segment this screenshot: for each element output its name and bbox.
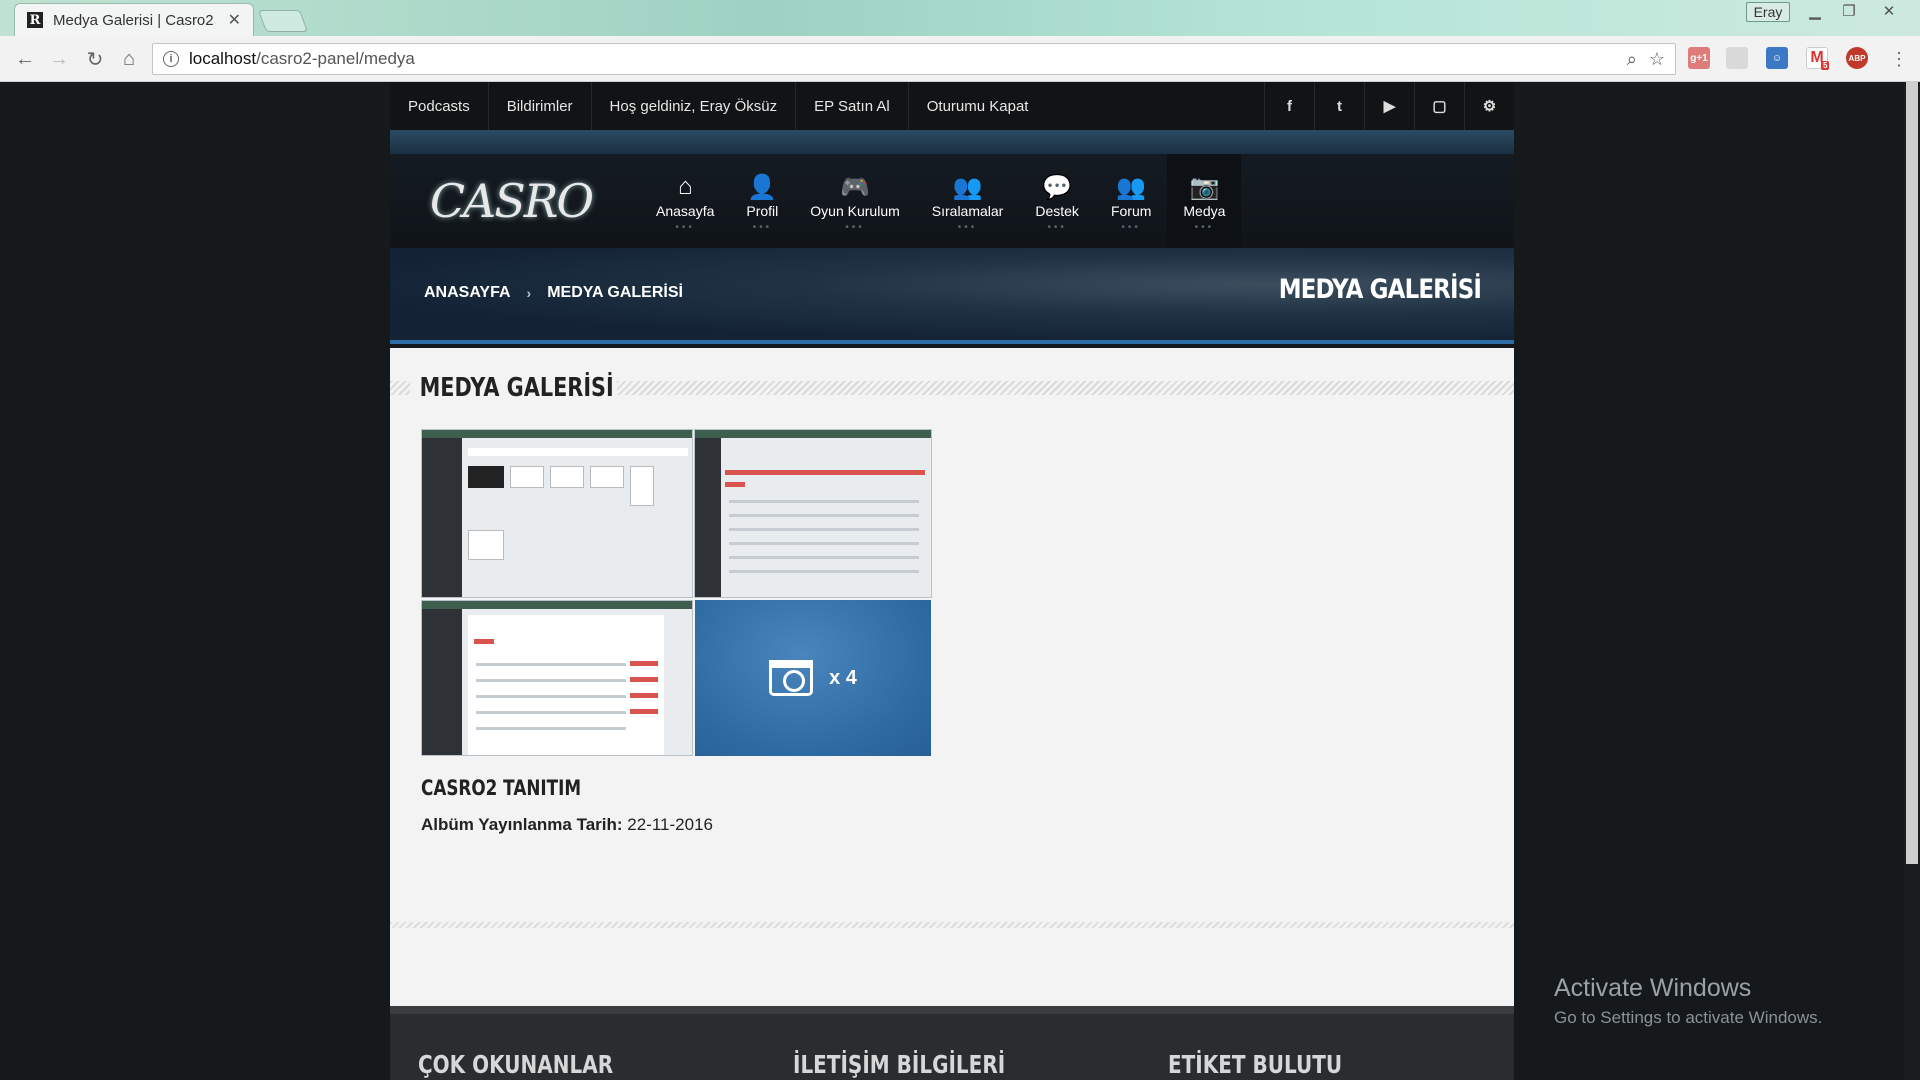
gmail-extension-icon[interactable]: M5 (1806, 47, 1830, 70)
menu-item-rankings[interactable]: 👥 Sıralamalar ••• (916, 154, 1020, 248)
breadcrumb-separator: › (526, 285, 532, 301)
comments-icon: 💬 (1042, 173, 1073, 201)
breadcrumb: ANASAYFA › MEDYA GALERİSİ (424, 284, 683, 302)
section-header: MEDYA GALERİSİ (390, 372, 1514, 404)
zoom-icon[interactable]: ⌕ (1627, 49, 1637, 70)
browser-menu-icon[interactable]: ⋮ (1884, 44, 1914, 74)
album-more-photos-tile[interactable]: x 4 (695, 600, 931, 756)
tab-favicon: R (27, 12, 43, 28)
site-topbar: Podcasts Bildirimler Hoş geldiniz, Eray … (390, 82, 1514, 130)
topnav-podcasts[interactable]: Podcasts (390, 82, 489, 130)
album-thumbnail[interactable] (421, 429, 693, 598)
home-icon: ⌂ (677, 173, 693, 200)
menu-item-support[interactable]: 💬 Destek ••• (1019, 154, 1095, 248)
topnav-notifications[interactable]: Bildirimler (489, 82, 592, 130)
windows-activation-title: Activate Windows (1554, 974, 1752, 1002)
address-bar[interactable]: i localhost/casro2-panel/medya ⌕ ☆ (152, 43, 1676, 75)
users-icon: 👥 (952, 173, 983, 201)
menu-item-profile[interactable]: 👤 Profil ••• (730, 154, 794, 248)
site-info-icon[interactable]: i (163, 51, 179, 67)
album-title[interactable]: CASRO2 TANITIM (421, 776, 581, 800)
url-text[interactable]: localhost/casro2-panel/medya (189, 49, 1615, 69)
user-extension-icon[interactable]: ☺ (1766, 47, 1788, 69)
album-date: Albüm Yayınlanma Tarih: 22-11-2016 (421, 815, 713, 835)
topnav-logout[interactable]: Oturumu Kapat (909, 82, 1047, 130)
breadcrumb-current: MEDYA GALERİSİ (547, 284, 683, 301)
topnav-buy-ep[interactable]: EP Satın Al (796, 82, 909, 130)
album-date-value: 22-11-2016 (627, 815, 713, 834)
album-thumbnail[interactable] (694, 429, 932, 598)
twitter-icon[interactable]: t (1314, 82, 1364, 130)
adblock-icon[interactable]: ABP (1846, 47, 1868, 69)
minimize-icon[interactable]: ▁ (1798, 0, 1832, 22)
restore-icon[interactable]: ❐ (1832, 0, 1866, 22)
footer-contact-heading: İLETİŞİM BİLGİLERİ (793, 1050, 1006, 1079)
social-links: f t ▶ ▢ ⚙ (1264, 82, 1514, 130)
site-logo[interactable]: CASRO (430, 160, 594, 242)
youtube-icon[interactable]: ▶ (1364, 82, 1414, 130)
tab-close-icon[interactable]: ✕ (228, 10, 241, 30)
menu-item-forum[interactable]: 👥 Forum ••• (1095, 154, 1167, 248)
user-icon: 👤 (747, 173, 778, 201)
tab-title: Medya Galerisi | Casro2 (53, 11, 214, 29)
camera-icon: 📷 (1189, 173, 1220, 201)
gamepad-icon: 🎮 (840, 173, 870, 201)
site-footer: ÇOK OKUNANLAR İLETİŞİM BİLGİLERİ ETİKET … (390, 1006, 1514, 1080)
new-tab-button[interactable] (257, 10, 309, 32)
menu-item-home[interactable]: ⌂ Anasayfa ••• (640, 154, 730, 248)
reload-icon[interactable]: ↻ (80, 44, 110, 74)
group-icon: 👥 (1116, 173, 1147, 201)
album-date-label: Albüm Yayınlanma Tarih: (421, 815, 623, 834)
page-scrollbar[interactable] (1904, 82, 1920, 1080)
facebook-icon[interactable]: f (1264, 82, 1314, 130)
profile-button[interactable]: Eray (1746, 2, 1790, 22)
extension-icon[interactable] (1726, 47, 1748, 69)
home-browser-icon[interactable]: ⌂ (114, 44, 144, 74)
banner-title: MEDYA GALERİSİ (1278, 274, 1482, 305)
back-icon[interactable]: ← (10, 44, 40, 74)
steam-icon[interactable]: ⚙ (1464, 82, 1514, 130)
gplus-extension-icon[interactable]: g+1 (1688, 47, 1710, 69)
close-window-icon[interactable]: ✕ (1872, 0, 1906, 22)
footer-popular-heading: ÇOK OKUNANLAR (418, 1050, 614, 1079)
twitch-icon[interactable]: ▢ (1414, 82, 1464, 130)
album-thumbnail[interactable] (421, 600, 693, 756)
section-title: MEDYA GALERİSİ (419, 373, 614, 403)
windows-activation-subtitle: Go to Settings to activate Windows. (1554, 1008, 1823, 1027)
menu-item-game-setup[interactable]: 🎮 Oyun Kurulum ••• (794, 154, 915, 248)
album-more-count: x 4 (829, 666, 857, 689)
header-stripe (390, 130, 1514, 154)
breadcrumb-home[interactable]: ANASAYFA (424, 284, 511, 302)
menu-item-media[interactable]: 📷 Medya ••• (1167, 154, 1242, 248)
topnav-welcome[interactable]: Hoş geldiniz, Eray Öksüz (592, 82, 797, 130)
footer-tags-heading: ETİKET BULUTU (1168, 1050, 1343, 1079)
forward-icon[interactable]: → (44, 44, 74, 74)
bookmark-star-icon[interactable]: ☆ (1649, 49, 1665, 70)
browser-tab[interactable]: R Medya Galerisi | Casro2 ✕ (14, 3, 254, 36)
content-divider (390, 922, 1514, 928)
main-menu: ⌂ Anasayfa ••• 👤 Profil ••• 🎮 Oyun Kurulum •••… (640, 154, 1242, 248)
camera-icon (769, 660, 814, 696)
scrollbar-thumb[interactable] (1906, 82, 1918, 864)
